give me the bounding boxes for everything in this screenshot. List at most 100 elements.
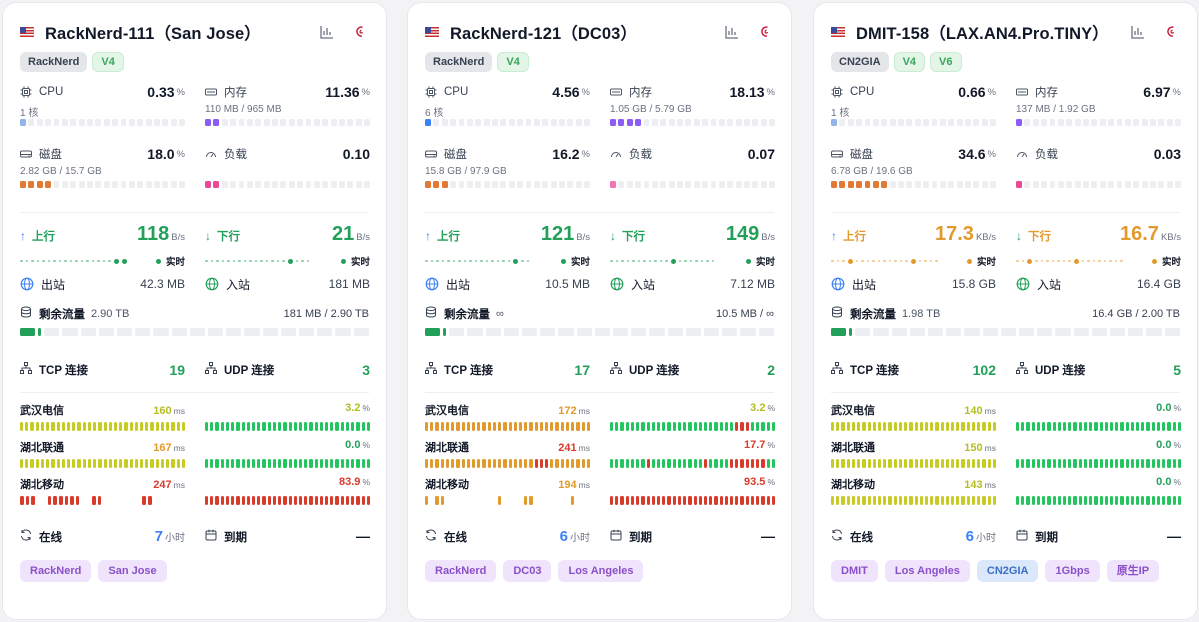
cpu-usage-bar (425, 119, 590, 126)
ping-loss-history (610, 459, 775, 468)
server-tag: V6 (930, 52, 962, 72)
mem-unit: % (361, 86, 370, 98)
disk-usage-bar (831, 181, 996, 188)
disk-detail: 6.78 GB / 19.6 GB (831, 166, 913, 177)
chart-icon[interactable] (319, 24, 335, 40)
connections: TCP 连接 17 UDP 连接 2 (425, 362, 775, 378)
ping-loss-history (205, 496, 370, 505)
chart-icon[interactable] (1130, 24, 1146, 40)
tcp-label: TCP 连接 (444, 365, 493, 377)
traffic-quota: 剩余流量 1.98 TB 16.4 GB / 2.00 TB (831, 305, 1180, 336)
quota-bar (20, 328, 369, 336)
ping-latency: 湖北移动 143 ms (831, 473, 996, 510)
ping-latency: 湖北联通 150 ms (831, 436, 996, 473)
ping-loss-value: 93.5 (744, 476, 766, 488)
cpu-detail: 1 核 (831, 108, 850, 119)
bottom-tag[interactable]: San Jose (98, 560, 167, 582)
cpu-usage-bar (831, 119, 996, 126)
server-tag: V4 (893, 52, 926, 72)
debian-icon (353, 24, 369, 40)
disk-label: 磁盘 (444, 149, 467, 161)
bottom-tag[interactable]: RackNerd (20, 560, 92, 582)
tcp-label: TCP 连接 (850, 365, 899, 377)
online-unit: 小时 (165, 533, 185, 544)
udp-count: 5 (1173, 362, 1181, 378)
ping-loss: 0.0 % (1016, 436, 1181, 473)
ping-latency-value: 247 (153, 479, 172, 491)
ping-section: 武汉电信 172 ms 3.2 % 湖北联通 241 ms 17.7 % 湖北移… (425, 399, 775, 510)
disk-icon (20, 148, 32, 160)
server-card[interactable]: RackNerd-121（DC03） RackNerd V4 CPU 4.56 %… (407, 2, 792, 620)
expire-label: 到期 (224, 532, 247, 544)
server-card[interactable]: RackNerd-111（San Jose） RackNerd V4 CPU 0.… (2, 2, 387, 620)
upload-speed: 118 (137, 223, 170, 245)
cpu-label: CPU (39, 86, 64, 98)
bottom-tag[interactable]: DC03 (503, 560, 552, 582)
bottom-tag[interactable]: DMIT (831, 560, 878, 582)
arrow-up-icon: ↑ (831, 229, 837, 243)
bottom-tag[interactable]: Los Angeles (558, 560, 644, 582)
upload-unit: B/s (171, 232, 185, 243)
mem-detail: 110 MB / 965 MB (205, 104, 282, 115)
mem-value: 18.13 (729, 84, 765, 100)
bottom-tag[interactable]: 1Gbps (1045, 560, 1100, 582)
cpu-unit: % (987, 86, 996, 98)
load-usage-bar (610, 181, 775, 188)
ping-loss: 0.0 % (1016, 473, 1181, 510)
ping-loss-value: 83.9 (339, 476, 361, 488)
upload-sparkline: 实时 (20, 253, 185, 269)
cpu-detail: 6 核 (425, 108, 444, 119)
mem-metric: 内存 18.13 % 1.05 GB / 5.79 GB (610, 78, 775, 140)
ping-loss: 3.2 % (610, 399, 775, 436)
mem-unit: % (1172, 86, 1181, 98)
server-tags: RackNerd V4 (425, 52, 774, 72)
disk-unit: % (987, 148, 996, 160)
globe-out-icon (831, 277, 845, 291)
server-tag: CN2GIA (831, 52, 889, 72)
ping-latency-history (425, 422, 590, 431)
ping-latency-history (20, 496, 185, 505)
bottom-tag[interactable]: Los Angeles (884, 560, 970, 582)
cpu-icon (20, 86, 32, 98)
disk-label: 磁盘 (39, 149, 62, 161)
realtime-dot-icon (966, 258, 972, 264)
disk-usage-bar (20, 181, 185, 188)
arrow-down-icon: ↓ (1016, 229, 1022, 243)
ping-loss: 3.2 % (205, 399, 370, 436)
ping-loss-history (610, 422, 775, 431)
bottom-tag[interactable]: 原生IP (1106, 560, 1160, 582)
mem-icon (610, 86, 622, 98)
bottom-tag[interactable]: CN2GIA (976, 560, 1039, 582)
network-section: ↑ 上行 121 B/s 实时 出站 10.5 MB ↓ 下行 149 B/s … (425, 223, 775, 293)
server-card[interactable]: DMIT-158（LAX.AN4.Pro.TINY） CN2GIA V4 V6 CP… (813, 2, 1198, 620)
divider (20, 212, 369, 213)
server-title[interactable]: RackNerd-121（DC03） (450, 20, 706, 44)
server-title[interactable]: RackNerd-111（San Jose） (45, 20, 301, 44)
chart-icon[interactable] (724, 24, 740, 40)
disk-unit: % (581, 148, 590, 160)
online-hours: 6 (559, 528, 568, 545)
outbound-label: 出站 (446, 277, 471, 292)
udp-count: 2 (767, 362, 775, 378)
disk-metric: 磁盘 34.6 % 6.78 GB / 19.6 GB (831, 140, 996, 202)
quota-label: 剩余流量 (850, 309, 896, 321)
divider (20, 392, 369, 393)
bottom-tag[interactable]: RackNerd (425, 560, 497, 582)
upload-label: 上行 (437, 231, 460, 243)
ping-loss: 0.0 % (205, 436, 370, 473)
load-metric: 负载 0.03 (1016, 140, 1181, 202)
ping-latency: 湖北移动 247 ms (20, 473, 185, 510)
udp-connections: UDP 连接 3 (205, 362, 370, 378)
ping-loss-unit: % (362, 440, 370, 450)
udp-label: UDP 连接 (1035, 365, 1086, 377)
mem-detail: 137 MB / 1.92 GB (1016, 104, 1096, 115)
server-title[interactable]: DMIT-158（LAX.AN4.Pro.TINY） (856, 20, 1112, 44)
database-icon (831, 305, 843, 323)
outbound-total: 15.8 GB (951, 277, 996, 291)
calendar-icon (610, 528, 622, 546)
ping-latency-value: 241 (558, 442, 577, 454)
ping-latency-history (20, 422, 185, 431)
quota-remaining: 2.90 TB (91, 308, 130, 320)
realtime-label: 实时 (755, 257, 775, 268)
download-speed: 16.7 (1120, 223, 1159, 245)
